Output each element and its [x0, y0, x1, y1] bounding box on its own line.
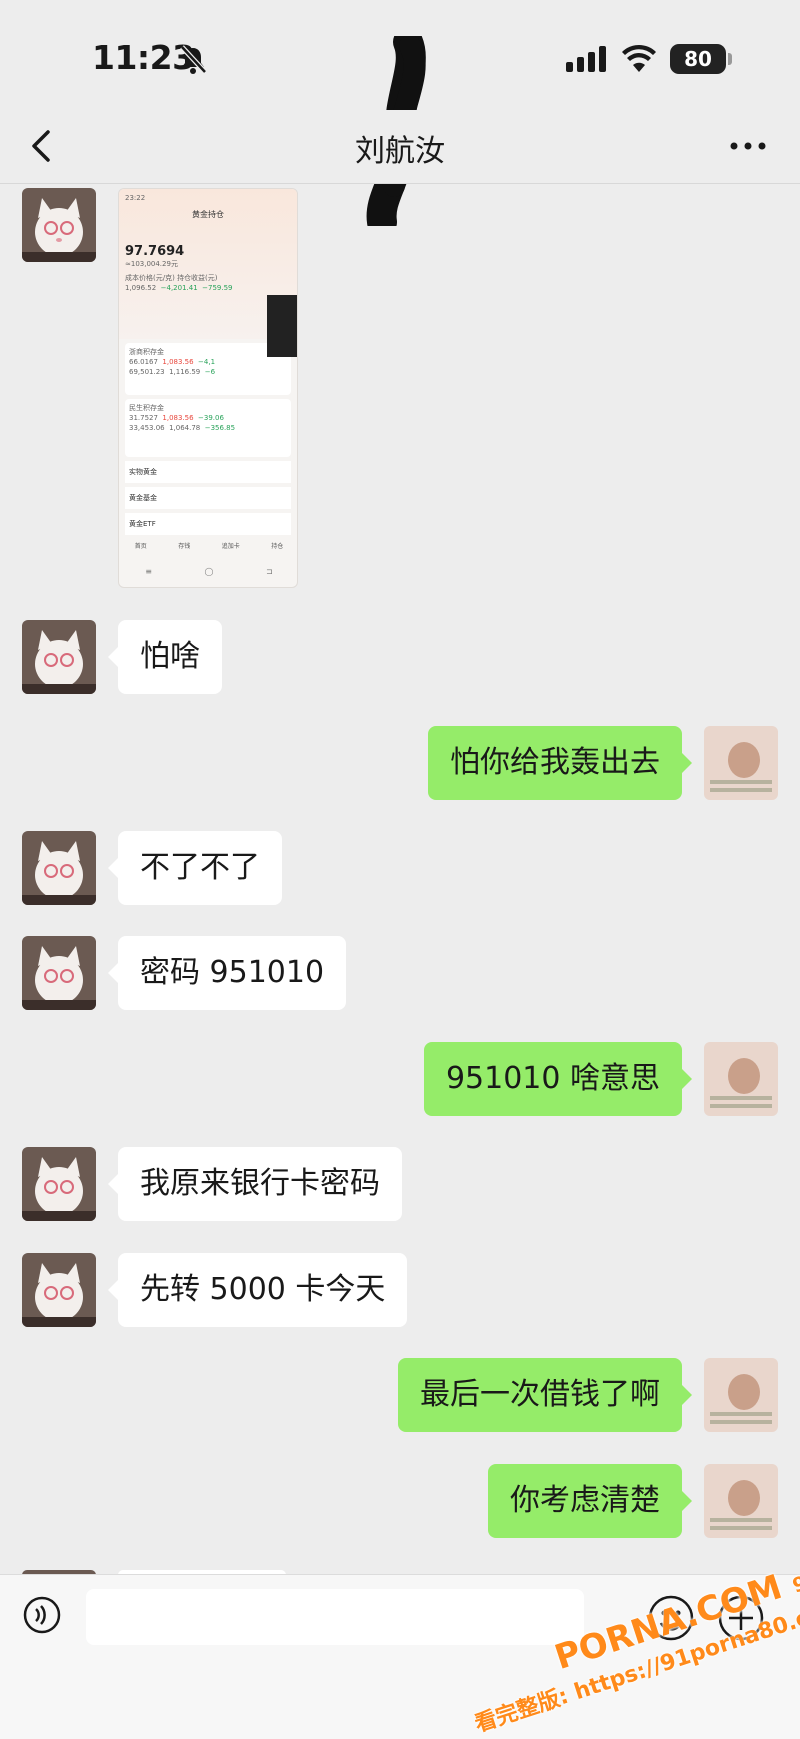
contact-avatar[interactable]: [22, 1253, 96, 1327]
my-avatar[interactable]: [704, 1358, 778, 1432]
screenshot-card-2: 民生积存金 31.7527 1,083.56 −39.06 33,453.06 …: [125, 399, 291, 457]
screenshot-stat-labels: 成本价格(元/克) 持仓收益(元): [125, 274, 218, 282]
user-avatar-icon: [704, 1464, 778, 1538]
screenshot-stat-values: 1,096.52 −4,201.41 −759.59: [125, 284, 233, 292]
screenshot-amount-note: ≈103,004.29元: [125, 260, 178, 268]
shared-screenshot[interactable]: 23:22 黄金持仓 97.7694 ≈103,004.29元 成本价格(元/克…: [118, 188, 298, 588]
message-bubble-incoming[interactable]: 我原来银行卡密码: [108, 1147, 402, 1221]
cat-avatar-icon: [22, 188, 96, 262]
cat-avatar-icon: [22, 831, 96, 905]
screenshot-home-bar: ≡ ◯ ⊐: [145, 567, 273, 576]
user-avatar-icon: [704, 1358, 778, 1432]
contact-avatar[interactable]: [22, 1147, 96, 1221]
message-bubble-outgoing[interactable]: 怕你给我轰出去: [428, 726, 692, 800]
contact-avatar[interactable]: [22, 620, 96, 694]
message-input[interactable]: [86, 1589, 584, 1645]
message-bubble-incoming[interactable]: 不了不了: [108, 831, 282, 905]
screenshot-amount: 97.7694: [125, 244, 185, 259]
screenshot-list-item: 黄金基金: [125, 487, 291, 509]
chat-title: 刘航汝: [355, 134, 445, 169]
screenshot-list-item: 实物黄金: [125, 461, 291, 483]
message-bubble-outgoing[interactable]: 你考虑清楚: [488, 1464, 692, 1538]
cat-avatar-icon: [22, 1253, 96, 1327]
contact-avatar[interactable]: [22, 831, 96, 905]
chat-messages[interactable]: 23:22 黄金持仓 97.7694 ≈103,004.29元 成本价格(元/克…: [0, 184, 800, 1574]
user-avatar-icon: [704, 1042, 778, 1116]
voice-input-icon[interactable]: [22, 1595, 62, 1635]
screenshot-time: 23:22: [125, 194, 146, 202]
message-bubble-incoming[interactable]: 先转 5000 卡今天: [107, 1253, 408, 1327]
user-avatar-icon: [704, 726, 778, 800]
battery-indicator: 80: [670, 44, 726, 74]
message-bubble-outgoing[interactable]: 最后一次借钱了啊: [398, 1358, 692, 1432]
nav-bar: 刘航汝: [0, 110, 800, 184]
emoji-icon[interactable]: [646, 1593, 696, 1643]
cat-avatar-icon: [22, 620, 96, 694]
screenshot-list-item: 黄金ETF: [125, 513, 291, 535]
screenshot-tabbar: 首页 存钱 追加卡 持仓: [134, 543, 284, 550]
screenshot-title: 黄金持仓: [192, 210, 224, 219]
my-avatar[interactable]: [704, 1042, 778, 1116]
bell-muted-icon: [180, 45, 207, 74]
contact-avatar[interactable]: [22, 188, 96, 262]
my-avatar[interactable]: [704, 726, 778, 800]
battery-tip: [728, 53, 732, 65]
message-bubble-incoming[interactable]: 怕啥: [108, 620, 222, 694]
more-options-icon[interactable]: [728, 138, 768, 154]
input-bar: [0, 1574, 800, 1739]
add-attachment-icon[interactable]: [716, 1593, 766, 1643]
contact-avatar[interactable]: [22, 936, 96, 1010]
message-bubble-incoming[interactable]: 密码 951010: [107, 936, 347, 1010]
screenshot-popup: [267, 295, 297, 357]
cat-avatar-icon: [22, 936, 96, 1010]
cellular-signal-icon: [566, 46, 606, 72]
message-bubble-outgoing[interactable]: 951010 啥意思: [423, 1042, 693, 1116]
cat-avatar-icon: [22, 1147, 96, 1221]
wifi-icon: [622, 44, 656, 72]
my-avatar[interactable]: [704, 1464, 778, 1538]
